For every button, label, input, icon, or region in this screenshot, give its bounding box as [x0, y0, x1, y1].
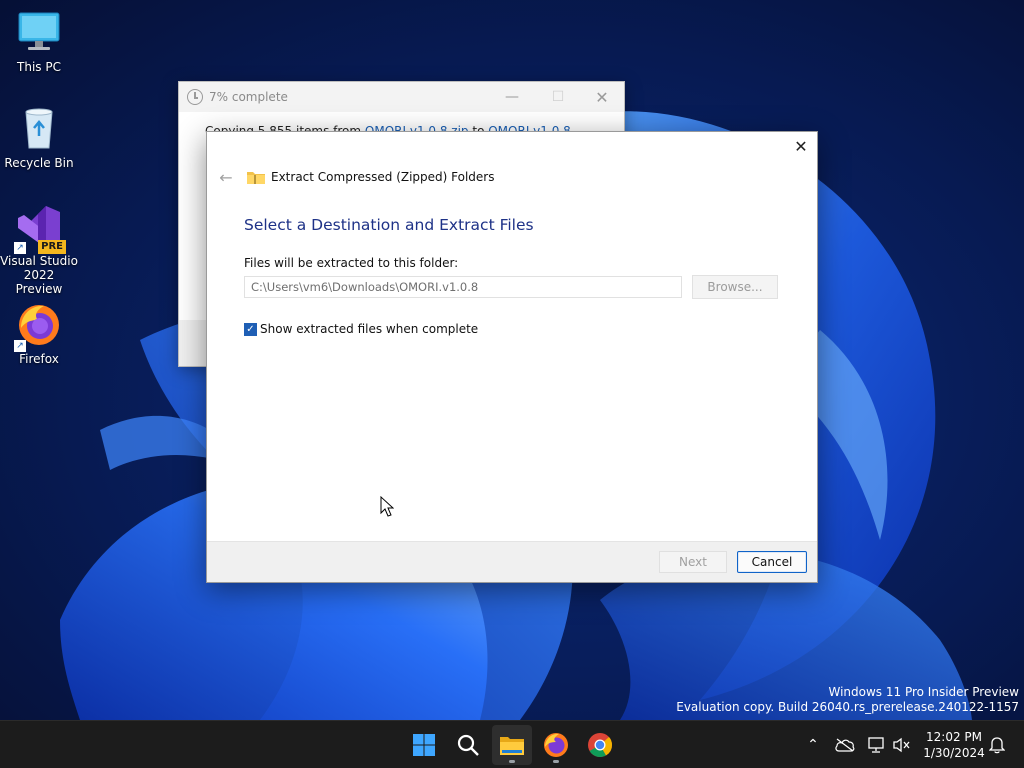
show-extracted-checkbox[interactable]: ✓ [244, 322, 257, 336]
watermark-line2: Evaluation copy. Build 26040.rs_prerelea… [676, 700, 1019, 714]
chrome-taskbar-button[interactable] [580, 725, 620, 765]
shortcut-arrow-icon: ↗ [14, 242, 26, 254]
monitor-icon [16, 10, 62, 56]
volume-muted-icon[interactable] [889, 733, 913, 757]
show-extracted-label[interactable]: Show extracted files when complete [260, 322, 478, 336]
destination-label: Files will be extracted to this folder: [244, 256, 459, 270]
destination-path-input[interactable] [244, 276, 682, 298]
firefox-icon: ↗ [14, 302, 62, 352]
watermark-line1: Windows 11 Pro Insider Preview [828, 685, 1019, 699]
clock-icon [187, 89, 203, 105]
network-icon[interactable] [865, 733, 889, 757]
pre-badge: PRE [38, 240, 66, 254]
desktop-icon-label: Firefox [19, 352, 59, 366]
desktop-icon-visual-studio[interactable]: PRE ↗ Visual Studio 2022 Preview [0, 204, 78, 296]
active-indicator [553, 760, 559, 763]
next-button[interactable]: Next [659, 551, 727, 573]
firefox-icon [544, 733, 568, 757]
visual-studio-icon: PRE ↗ [14, 204, 66, 254]
zip-folder-icon [247, 170, 265, 184]
start-button[interactable] [404, 725, 444, 765]
taskbar: ⌃ 12:02 PM 1/30/2024 [0, 720, 1024, 768]
cancel-button[interactable]: Cancel [737, 551, 807, 573]
notification-bell-icon[interactable] [985, 733, 1009, 757]
wizard-title: Extract Compressed (Zipped) Folders [271, 170, 495, 184]
recycle-bin-icon [16, 106, 62, 152]
minimize-button[interactable]: — [489, 82, 535, 112]
wizard-heading: Select a Destination and Extract Files [244, 216, 534, 234]
active-indicator [509, 760, 515, 763]
onedrive-icon[interactable] [833, 733, 857, 757]
search-icon [457, 734, 479, 756]
back-arrow-icon[interactable]: ← [213, 168, 239, 187]
chevron-up-icon[interactable]: ⌃ [801, 733, 825, 757]
desktop-icon-recycle-bin[interactable]: Recycle Bin [0, 106, 78, 170]
desktop-icon-label: Recycle Bin [4, 156, 74, 170]
wizard-footer: Next Cancel [207, 541, 817, 582]
desktop-icon-label: This PC [17, 60, 61, 74]
firefox-taskbar-button[interactable] [536, 725, 576, 765]
close-button[interactable]: ✕ [785, 132, 817, 160]
progress-title: 7% complete [209, 90, 288, 104]
mouse-cursor-icon [380, 496, 394, 517]
windows-logo-icon [413, 734, 435, 756]
show-extracted-row[interactable]: ✓ Show extracted files when complete [244, 322, 478, 336]
extract-wizard-dialog[interactable]: ✕ ← Extract Compressed (Zipped) Folders … [206, 131, 818, 583]
wizard-header: ← Extract Compressed (Zipped) Folders [213, 166, 495, 188]
taskbar-clock[interactable]: 12:02 PM 1/30/2024 [922, 729, 986, 761]
file-explorer-icon [500, 737, 524, 755]
browse-button[interactable]: Browse... [692, 275, 778, 299]
desktop-icon-this-pc[interactable]: This PC [0, 10, 78, 74]
file-explorer-button[interactable] [492, 725, 532, 765]
desktop-icon-label: Visual Studio 2022 Preview [0, 254, 78, 296]
maximize-button[interactable]: ☐ [535, 82, 581, 112]
clock-time: 12:02 PM [926, 730, 982, 744]
clock-date: 1/30/2024 [923, 746, 985, 760]
shortcut-arrow-icon: ↗ [14, 340, 26, 352]
close-button[interactable]: ✕ [579, 82, 625, 112]
chrome-icon [588, 733, 613, 758]
desktop-icon-firefox[interactable]: ↗ Firefox [0, 302, 78, 366]
search-button[interactable] [448, 725, 488, 765]
windows-watermark: Windows 11 Pro Insider Preview Evaluatio… [676, 685, 1019, 715]
progress-titlebar[interactable]: 7% complete — ☐ ✕ [179, 82, 624, 112]
